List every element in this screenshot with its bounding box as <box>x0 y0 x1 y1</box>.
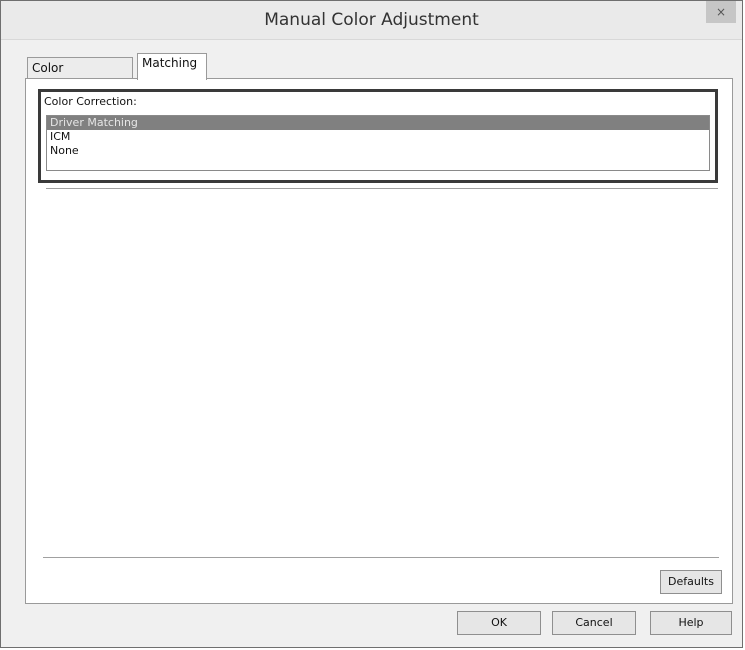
divider <box>43 557 719 558</box>
title-bar[interactable]: Manual Color Adjustment × <box>1 1 742 40</box>
close-button[interactable]: × <box>706 1 736 23</box>
divider <box>46 188 718 190</box>
tab-matching[interactable]: Matching <box>137 53 207 80</box>
defaults-button[interactable]: Defaults <box>660 570 722 594</box>
cancel-button[interactable]: Cancel <box>552 611 636 635</box>
help-button[interactable]: Help <box>650 611 732 635</box>
list-item-icm[interactable]: ICM <box>47 130 709 144</box>
tab-label: Matching <box>142 56 198 70</box>
matching-panel: Color Correction: Driver Matching ICM No… <box>25 78 733 604</box>
list-item-driver-matching[interactable]: Driver Matching <box>47 116 709 130</box>
color-correction-group: Color Correction: Driver Matching ICM No… <box>38 89 718 183</box>
list-item-none[interactable]: None <box>47 144 709 158</box>
tab-color-adjustment[interactable]: Color Adjustment <box>27 57 133 95</box>
close-icon: × <box>715 5 727 19</box>
ok-button[interactable]: OK <box>457 611 541 635</box>
color-correction-listbox[interactable]: Driver Matching ICM None <box>46 115 710 171</box>
dialog-title: Manual Color Adjustment <box>264 10 479 30</box>
dialog-window: Manual Color Adjustment × Color Adjustme… <box>0 0 743 648</box>
color-correction-label: Color Correction: <box>44 95 137 108</box>
